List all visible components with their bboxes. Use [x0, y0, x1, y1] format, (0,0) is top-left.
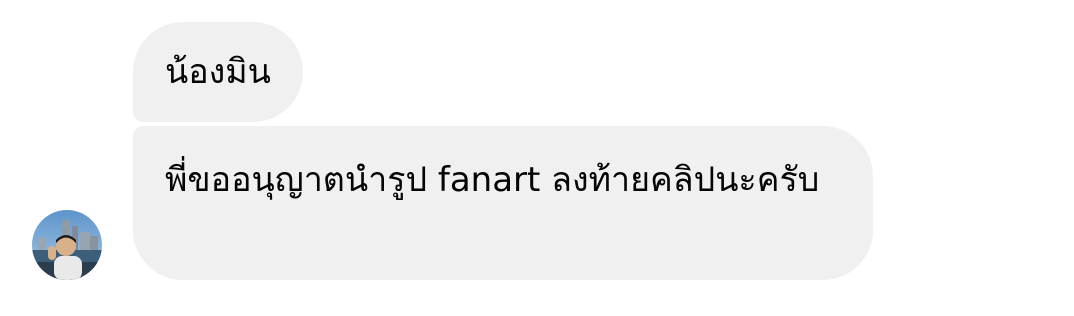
message-text: พี่ขออนุญาตนำรูป fanart ลงท้ายคลิปนะครับ	[165, 160, 820, 200]
message-thread: น้องมิน พี่ขออนุญาตนำรูป fanart ลงท้ายคล…	[0, 0, 1074, 316]
sender-avatar[interactable]	[32, 210, 102, 280]
message-bubble[interactable]: น้องมิน	[133, 22, 303, 122]
avatar-photo-icon	[32, 210, 102, 280]
message-bubble[interactable]: พี่ขออนุญาตนำรูป fanart ลงท้ายคลิปนะครับ	[133, 126, 873, 280]
message-text: น้องมิน	[165, 52, 271, 92]
